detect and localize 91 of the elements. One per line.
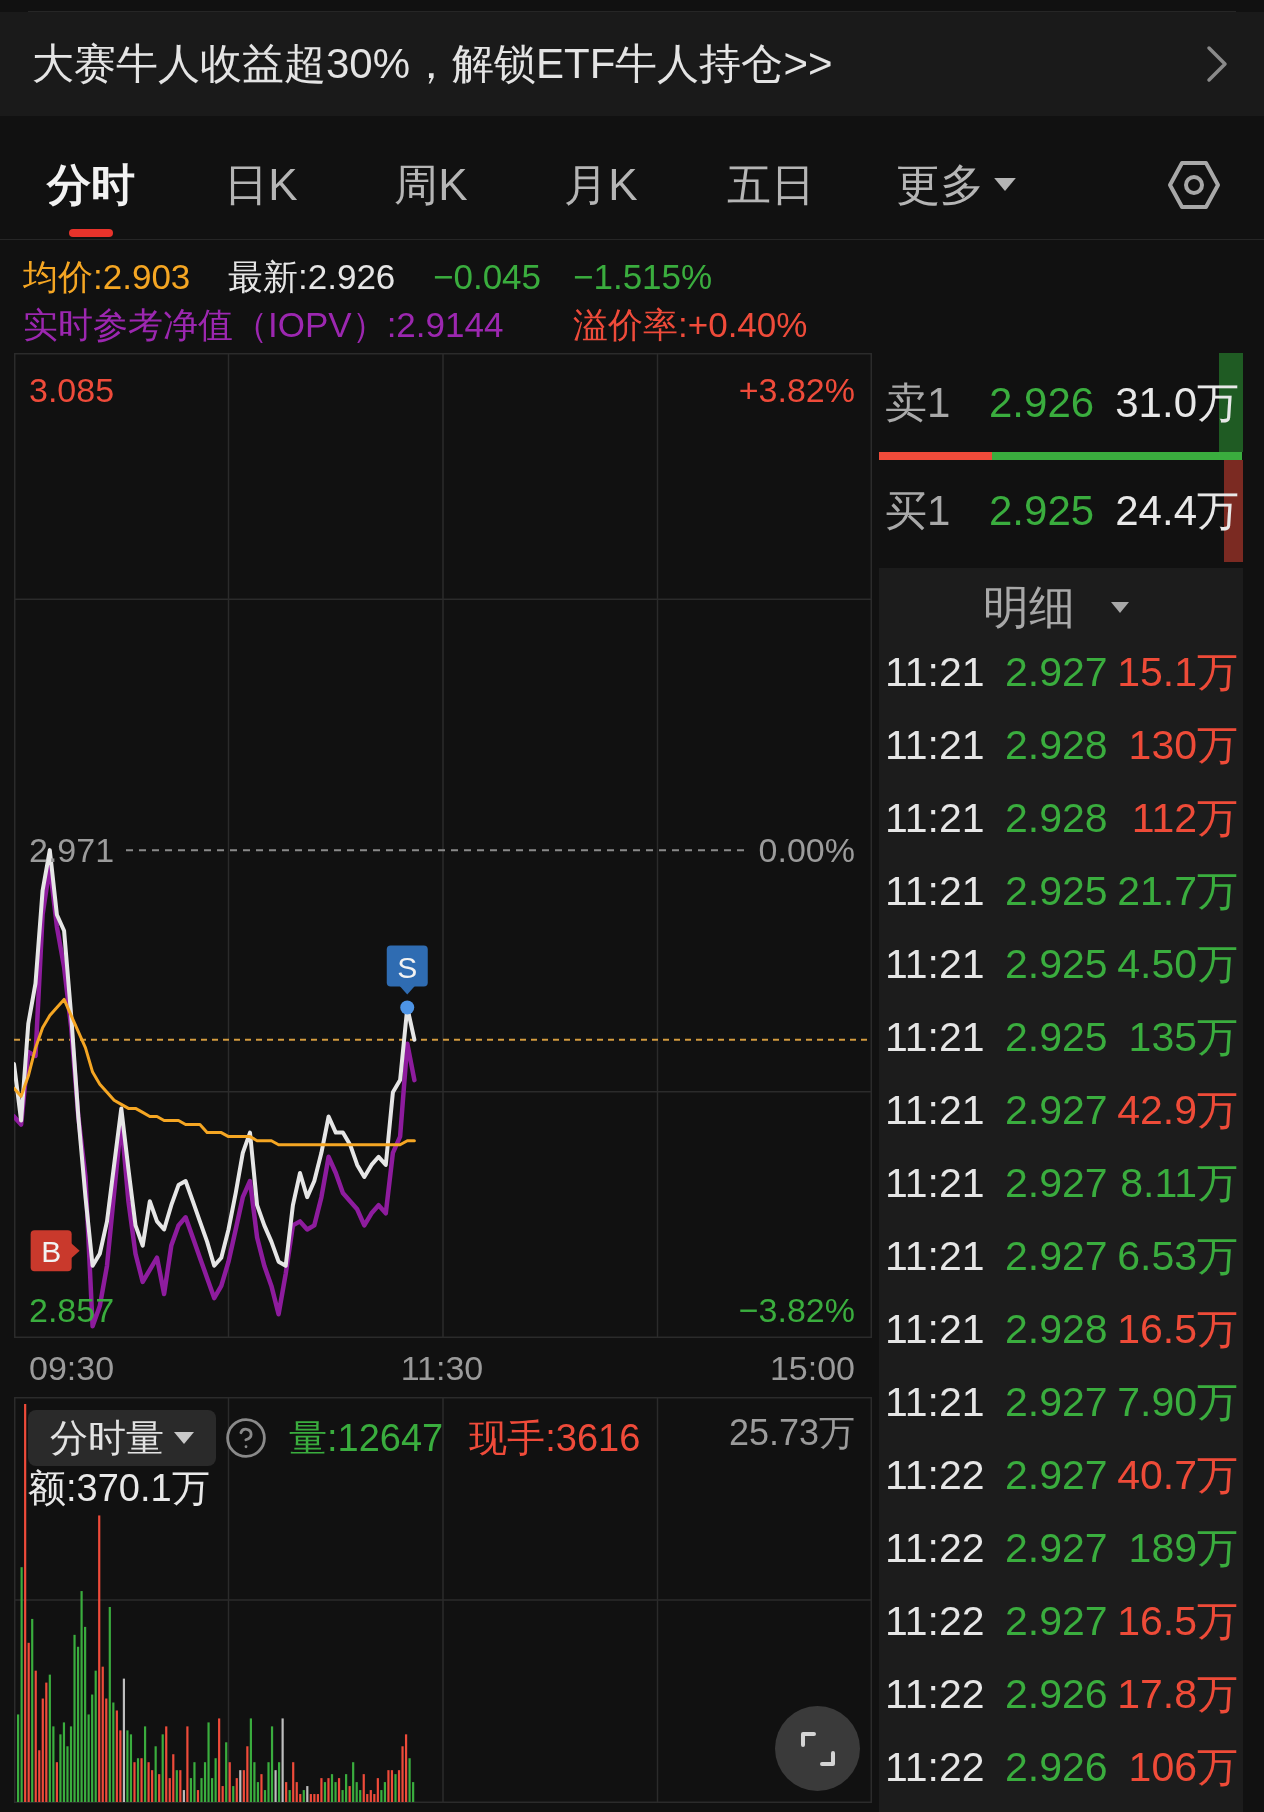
volume-type-dropdown[interactable]: 分时量 — [28, 1410, 216, 1466]
trade-time: 11:21 — [885, 1233, 985, 1279]
order-price: 2.925 — [989, 487, 1095, 534]
volume-total: 量:12647 — [289, 1419, 444, 1457]
percent-axis-label: +3.82% — [738, 371, 855, 410]
trade-volume: 21.7万 — [1117, 871, 1238, 912]
chevron-right-icon — [1206, 45, 1228, 83]
price-axis-label: 3.085 — [29, 371, 115, 410]
trade-price: 2.928 — [1005, 795, 1108, 841]
help-icon[interactable] — [225, 1417, 267, 1459]
chart-period-tab[interactable]: 月K — [516, 130, 686, 239]
annotation: B — [41, 1234, 62, 1268]
trade-price: 2.925 — [1005, 941, 1108, 987]
trade-time: 11:21 — [885, 868, 985, 914]
trade-time: 11:22 — [885, 1598, 985, 1644]
order-price: 2.926 — [989, 378, 1095, 426]
trade-price: 2.927 — [1005, 1598, 1108, 1644]
percent-axis-label: −3.82% — [738, 1291, 855, 1330]
trade-time: 11:21 — [885, 1379, 985, 1425]
trade-time: 11:21 — [885, 1014, 985, 1060]
chart-period-tab[interactable]: 五日 — [686, 130, 856, 239]
order-volume: 31.0万 — [1115, 381, 1239, 424]
latest-price: 最新:2.926 — [228, 256, 396, 296]
price-axis-label: 2.971 — [29, 831, 115, 870]
order-label: 买1 — [885, 487, 951, 534]
caret-icon — [174, 1432, 194, 1444]
trade-price: 2.927 — [1005, 1379, 1108, 1425]
trade-price: 2.928 — [1005, 722, 1108, 768]
caret-icon — [1111, 601, 1129, 613]
trade-volume: 4.50万 — [1117, 944, 1238, 985]
trade-volume: 6.53万 — [1117, 1236, 1238, 1277]
trade-price: 2.925 — [1005, 1014, 1108, 1060]
trade-volume: 15.1万 — [1117, 652, 1238, 693]
trade-volume: 106万 — [1128, 1747, 1238, 1788]
trade-volume: 112万 — [1131, 798, 1238, 839]
trade-time: 11:22 — [885, 1452, 985, 1498]
trade-volume: 16.5万 — [1117, 1309, 1238, 1350]
trade-time: 11:22 — [885, 1744, 985, 1790]
premium-rate: 溢价率:+0.40% — [573, 306, 808, 342]
trade-price: 2.927 — [1005, 1233, 1108, 1279]
trade-time: 11:22 — [885, 1525, 985, 1571]
turnover-amount: 额:370.1万 — [28, 1469, 210, 1507]
chart-period-tab[interactable]: 周K — [346, 130, 516, 239]
expand-icon — [799, 1730, 836, 1767]
trade-price: 2.927 — [1005, 1525, 1108, 1571]
trade-time: 11:21 — [885, 941, 985, 987]
annotation: S — [397, 950, 418, 984]
average-price: 均价:2.903 — [23, 256, 191, 296]
trade-price: 2.927 — [1005, 649, 1108, 695]
trade-volume: 8.11万 — [1120, 1163, 1238, 1204]
trade-volume: 40.7万 — [1117, 1455, 1238, 1496]
time-axis-label: 11:30 — [400, 1350, 484, 1385]
trade-time: 11:21 — [885, 722, 985, 768]
trade-price: 2.925 — [1005, 868, 1108, 914]
trade-time: 11:21 — [885, 795, 985, 841]
time-axis-label: 15:00 — [769, 1350, 855, 1385]
iopv-value: 实时参考净值（IOPV）:2.9144 — [23, 304, 504, 344]
trade-price: 2.927 — [1005, 1160, 1108, 1206]
caret-icon — [994, 178, 1016, 191]
trade-time: 11:22 — [885, 1671, 985, 1717]
order-volume: 24.4万 — [1115, 490, 1239, 532]
trade-volume: 17.8万 — [1117, 1674, 1238, 1715]
change-percent: −1.515% — [573, 258, 713, 294]
trade-volume: 130万 — [1128, 725, 1238, 766]
price-change: −0.045 — [433, 256, 542, 296]
percent-axis-label: 0.00% — [758, 831, 855, 870]
trade-volume: 7.90万 — [1117, 1382, 1238, 1423]
settings-icon — [1167, 159, 1221, 210]
trade-volume: 135万 — [1128, 1017, 1238, 1058]
time-axis-label: 09:30 — [29, 1350, 115, 1385]
trade-time: 11:21 — [885, 1306, 985, 1352]
trade-price: 2.927 — [1005, 1452, 1108, 1498]
promo-banner[interactable]: 大赛牛人收益超30%，解锁ETF牛人持仓>> — [0, 12, 1264, 116]
trade-volume: 16.5万 — [1117, 1601, 1238, 1642]
volume-max-label: 25.73万 — [728, 1415, 855, 1451]
trade-time: 11:21 — [885, 1087, 985, 1133]
trade-price: 2.927 — [1005, 1087, 1108, 1133]
trade-price: 2.928 — [1005, 1306, 1108, 1352]
order-label: 卖1 — [885, 378, 951, 426]
chart-period-tab[interactable]: 日K — [176, 130, 346, 239]
trade-price: 2.926 — [1005, 1671, 1108, 1717]
current-hand: 现手:3616 — [469, 1419, 641, 1457]
trade-volume: 42.9万 — [1117, 1090, 1238, 1131]
chart-period-tab[interactable]: 分时 — [6, 130, 176, 239]
detail-dropdown[interactable]: 明细 — [983, 584, 1129, 630]
trade-time: 11:21 — [885, 1160, 985, 1206]
chart-period-tab[interactable]: 更多 — [856, 130, 1056, 239]
trade-time: 11:21 — [885, 649, 985, 695]
trade-price: 2.926 — [1005, 1744, 1108, 1790]
marker-dot-icon — [400, 1000, 415, 1015]
trade-volume: 189万 — [1128, 1528, 1238, 1569]
